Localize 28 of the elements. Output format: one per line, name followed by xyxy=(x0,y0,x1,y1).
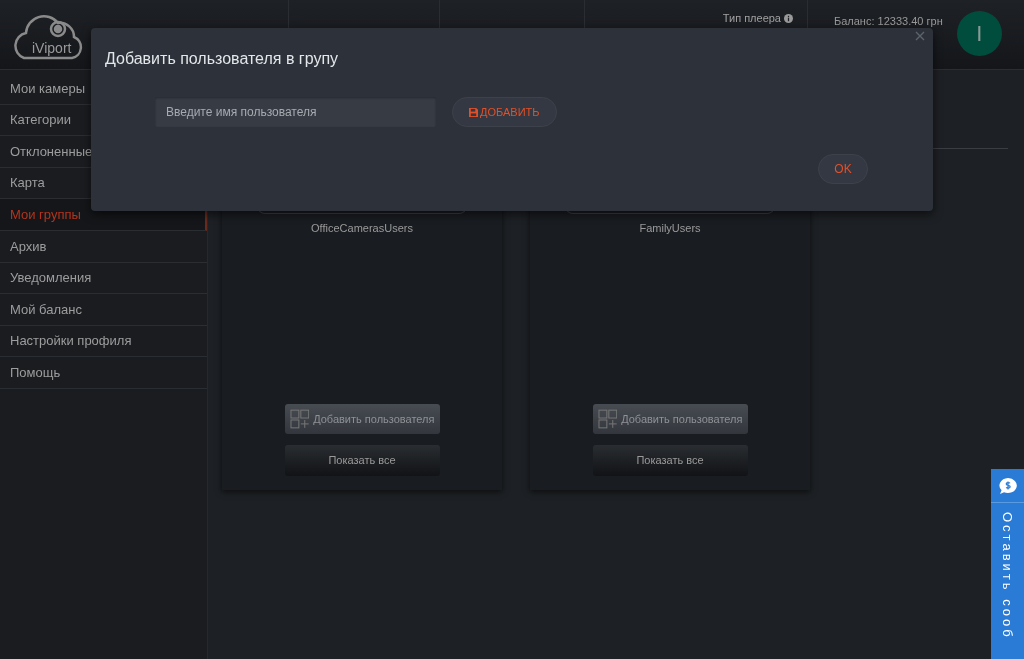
close-icon[interactable] xyxy=(915,31,925,41)
sidebar-item[interactable]: Уведомления xyxy=(0,262,207,295)
add-user-button[interactable]: Добавить пользователя xyxy=(284,404,440,434)
balance-text: Баланс: 12333.40 грн xyxy=(834,14,943,29)
save-icon xyxy=(469,107,478,117)
player-type-label[interactable]: Тип плеера xyxy=(722,10,793,27)
user-avatar[interactable]: I xyxy=(956,11,1002,56)
sidebar-item[interactable]: Мой баланс xyxy=(0,294,207,326)
sidebar-item[interactable]: Архив xyxy=(0,230,207,263)
username-field[interactable]: Введите имя пользователя xyxy=(155,97,436,127)
info-icon xyxy=(784,13,793,23)
modal-title: Добавить пользователя в групу xyxy=(105,49,339,69)
grid-plus-icon xyxy=(289,409,310,429)
show-all-button[interactable]: Показать все xyxy=(284,445,440,476)
logo-text: iViport xyxy=(32,38,72,58)
sidebar-item[interactable]: Помощь xyxy=(0,357,207,389)
sidebar-item[interactable]: Настройки профиля xyxy=(0,325,207,358)
logo[interactable]: iViport xyxy=(14,8,84,61)
feedback-tab[interactable]: Оставить сооб xyxy=(991,469,1024,659)
ok-button[interactable]: OK xyxy=(818,154,868,184)
group-name: OfficeCamerasUsers xyxy=(311,221,413,236)
group-name: FamilyUsers xyxy=(639,221,701,236)
dollar-bubble-icon xyxy=(997,476,1018,495)
show-all-button[interactable]: Показать все xyxy=(592,445,748,476)
grid-plus-icon xyxy=(597,409,618,429)
feedback-label: Оставить сооб xyxy=(999,512,1017,640)
add-user-button[interactable]: Добавить пользователя xyxy=(592,404,748,434)
add-button[interactable]: ДОБАВИТЬ xyxy=(452,97,557,127)
